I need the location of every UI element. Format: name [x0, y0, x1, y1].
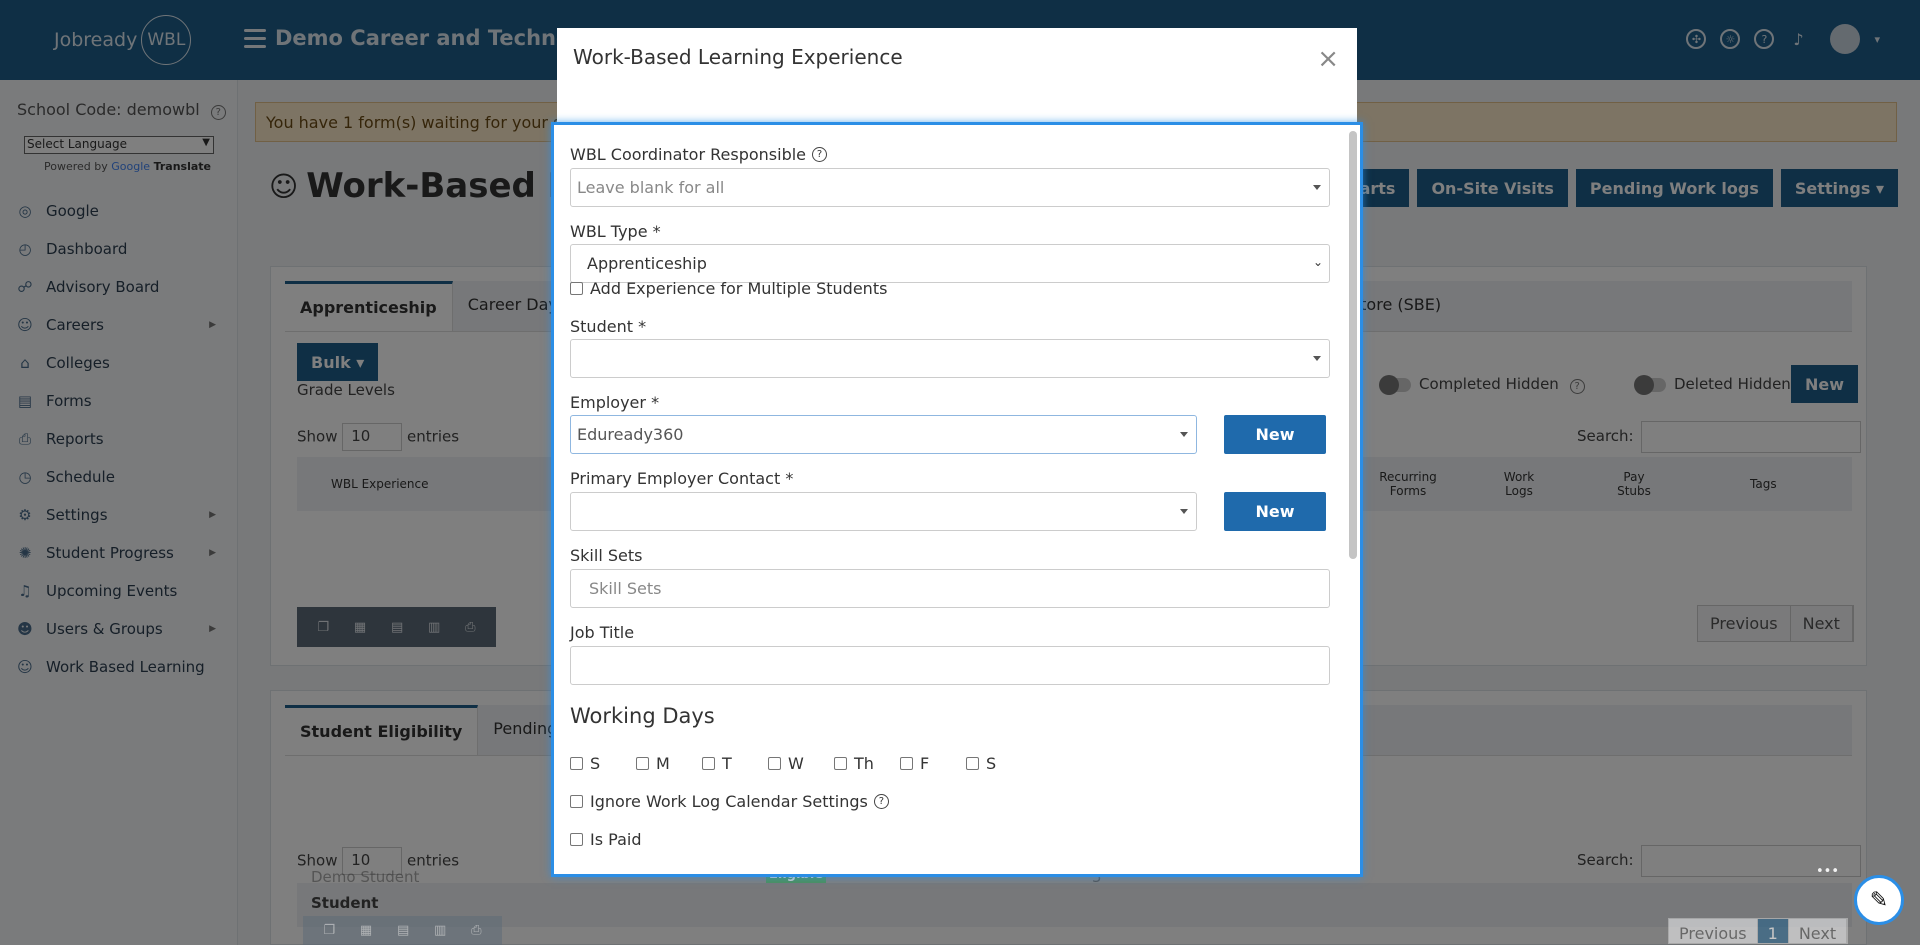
- coordinator-help-icon[interactable]: ?: [812, 147, 828, 162]
- coordinator-label: WBL Coordinator Responsible ?: [570, 145, 828, 164]
- day-wednesday[interactable]: W: [768, 754, 834, 773]
- copy-icon[interactable]: ❐: [323, 923, 335, 938]
- ignore-calendar-row[interactable]: Ignore Work Log Calendar Settings ?: [570, 792, 889, 811]
- pdf-icon[interactable]: ▥: [434, 923, 446, 938]
- modal-title: Work-Based Learning Experience: [573, 45, 903, 69]
- export-toolbar-2: ❐ ▦ ▤ ▥ ⎙: [303, 916, 502, 945]
- day-thursday[interactable]: Th: [834, 754, 900, 773]
- multi-students-checkbox-row[interactable]: Add Experience for Multiple Students: [570, 279, 887, 298]
- row-student-name: Demo Student: [311, 868, 420, 886]
- day-monday[interactable]: M: [636, 754, 702, 773]
- is-paid-checkbox[interactable]: [570, 833, 583, 846]
- multi-students-checkbox[interactable]: [570, 282, 583, 295]
- excel-icon[interactable]: ▦: [360, 923, 372, 938]
- contact-label: Primary Employer Contact *: [570, 469, 794, 488]
- new-contact-button[interactable]: New: [1224, 492, 1326, 531]
- chevron-down-icon: [1313, 356, 1321, 361]
- skill-sets-input[interactable]: Skill Sets: [570, 569, 1330, 608]
- day-tuesday[interactable]: T: [702, 754, 768, 773]
- working-days: S M T W Th F S: [570, 754, 1032, 773]
- chevron-down-icon: [1313, 185, 1321, 190]
- ignore-calendar-checkbox[interactable]: [570, 795, 583, 808]
- previous-page-button-2[interactable]: Previous: [1669, 919, 1758, 943]
- wbl-type-label: WBL Type *: [570, 222, 661, 241]
- working-days-heading: Working Days: [570, 704, 715, 728]
- row-menu-icon[interactable]: •••: [1816, 864, 1839, 879]
- pagination-2: Previous 1 Next: [1668, 918, 1849, 944]
- skill-sets-label: Skill Sets: [570, 546, 643, 565]
- student-select[interactable]: [570, 339, 1330, 378]
- modal-header: Work-Based Learning Experience ×: [557, 28, 1357, 126]
- day-sunday[interactable]: S: [570, 754, 636, 773]
- modal-body[interactable]: WBL Coordinator Responsible ? Leave blan…: [551, 122, 1363, 877]
- wbl-experience-modal: Work-Based Learning Experience × WBL Coo…: [551, 28, 1363, 877]
- day-friday[interactable]: F: [900, 754, 966, 773]
- ignore-calendar-help-icon[interactable]: ?: [873, 794, 889, 809]
- close-icon[interactable]: ×: [1317, 44, 1339, 74]
- job-title-input[interactable]: [570, 646, 1330, 685]
- chat-icon: ✎: [1869, 887, 1889, 913]
- page-1-button[interactable]: 1: [1757, 919, 1789, 943]
- chevron-down-icon: [1180, 509, 1188, 514]
- job-title-label: Job Title: [570, 623, 635, 642]
- next-page-button-2[interactable]: Next: [1788, 919, 1848, 943]
- print-icon[interactable]: ⎙: [471, 923, 481, 938]
- is-paid-row[interactable]: Is Paid: [570, 830, 641, 849]
- day-saturday[interactable]: S: [966, 754, 1032, 773]
- new-employer-button[interactable]: New: [1224, 415, 1326, 454]
- coordinator-select[interactable]: Leave blank for all: [570, 168, 1330, 207]
- employer-contact-select[interactable]: [570, 492, 1197, 531]
- csv-icon[interactable]: ▤: [397, 923, 409, 938]
- chevron-down-icon: [1180, 432, 1188, 437]
- employer-select[interactable]: Eduready360: [570, 415, 1197, 454]
- chevron-down-icon: ⌄: [1312, 255, 1323, 269]
- modal-scrollbar[interactable]: [1349, 131, 1357, 559]
- employer-label: Employer *: [570, 393, 660, 412]
- student-label: Student *: [570, 317, 647, 336]
- wbl-type-select[interactable]: Apprenticeship ⌄: [570, 244, 1330, 283]
- help-chat-button[interactable]: ✎: [1854, 875, 1904, 925]
